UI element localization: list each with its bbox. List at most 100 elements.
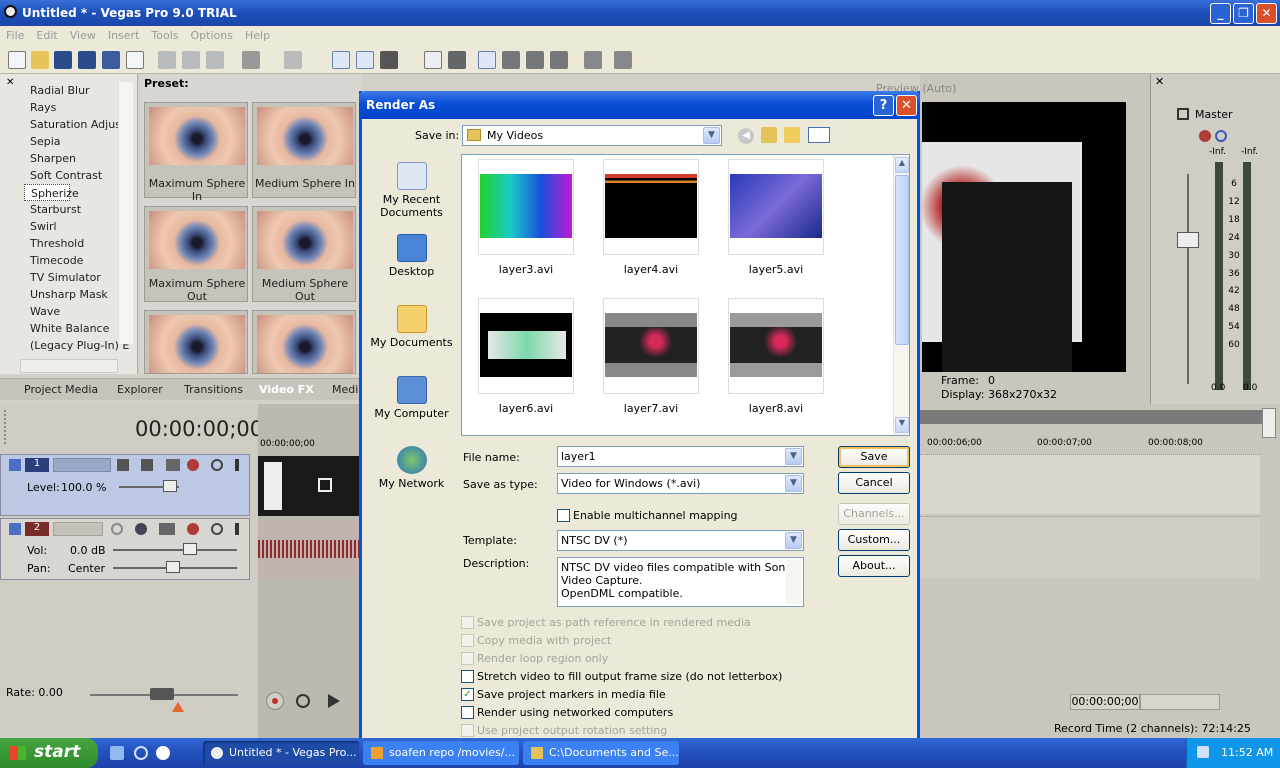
menu-options[interactable]: Options xyxy=(185,26,239,42)
properties-icon[interactable] xyxy=(126,51,144,69)
menu-edit[interactable]: Edit xyxy=(30,26,63,42)
task-vegas-pro[interactable]: Untitled * - Vegas Pro... xyxy=(203,741,359,765)
fx-item[interactable]: Radial Blur xyxy=(24,82,129,99)
preset-thumbnail[interactable]: Maximum Sphere In xyxy=(144,102,248,203)
internet-explorer-icon[interactable] xyxy=(134,746,148,760)
copy-media-checkbox[interactable] xyxy=(461,634,474,647)
back-icon[interactable]: ◀ xyxy=(738,128,754,144)
envelope-edit-tool-icon[interactable] xyxy=(502,51,520,69)
track-fx-icon[interactable] xyxy=(187,523,199,535)
tab-explorer[interactable]: Explorer xyxy=(117,383,163,396)
crop-icon[interactable] xyxy=(318,478,332,492)
networked-render-checkbox[interactable] xyxy=(461,706,474,719)
save-as-icon[interactable] xyxy=(78,51,96,69)
fx-item[interactable]: Soft Contrast xyxy=(24,167,129,184)
fx-item[interactable]: Rays xyxy=(24,99,129,116)
fx-item-selected[interactable]: Spherize xyxy=(24,184,79,201)
preset-thumbnail[interactable]: Medium Sphere In xyxy=(252,102,356,198)
copy-icon[interactable] xyxy=(182,51,200,69)
about-button[interactable]: About... xyxy=(838,555,910,577)
fx-item[interactable]: Timecode xyxy=(24,252,129,269)
restore-button[interactable]: ❐ xyxy=(1233,3,1254,24)
make-compositing-child-icon[interactable] xyxy=(141,459,153,471)
play-from-start-icon[interactable] xyxy=(328,694,340,708)
tab-project-media[interactable]: Project Media xyxy=(24,383,98,396)
task-explorer[interactable]: C:\Documents and Se... xyxy=(523,741,679,765)
menu-file[interactable]: File xyxy=(0,26,30,42)
file-name-input[interactable]: layer1 ▼ xyxy=(557,446,804,467)
view-menu-icon[interactable] xyxy=(808,127,830,143)
fx-item[interactable]: Wave xyxy=(24,303,129,320)
save-button[interactable]: Save xyxy=(838,446,910,468)
fx-item[interactable]: (Legacy Plug-In) E xyxy=(24,337,129,354)
video-track-header[interactable]: 1 Level: 100.0 % xyxy=(0,454,250,516)
pan-slider-thumb[interactable] xyxy=(166,561,180,573)
track-name-field[interactable] xyxy=(53,522,103,536)
ignore-grouping-icon[interactable] xyxy=(380,51,398,69)
invert-phase-icon[interactable] xyxy=(135,523,147,535)
motion-icon[interactable] xyxy=(166,459,180,471)
new-icon[interactable] xyxy=(8,51,26,69)
auto-ripple-icon[interactable] xyxy=(332,51,350,69)
scroll-thumb[interactable] xyxy=(895,175,909,345)
expand-track-icon[interactable] xyxy=(9,459,21,471)
redo-icon[interactable] xyxy=(284,51,302,69)
network-tray-icon[interactable] xyxy=(1197,746,1209,758)
menu-insert[interactable]: Insert xyxy=(102,26,146,42)
track-fx-icon[interactable] xyxy=(187,459,199,471)
video-event[interactable] xyxy=(258,456,362,516)
selection-edit-tool-icon[interactable] xyxy=(526,51,544,69)
master-fader-track[interactable] xyxy=(1187,174,1189,384)
mute-icon[interactable] xyxy=(211,523,223,535)
arm-record-icon[interactable] xyxy=(111,523,123,535)
fx-item[interactable]: Sharpen xyxy=(24,150,129,167)
fx-list-hscrollbar[interactable] xyxy=(20,359,118,373)
rotation-setting-checkbox[interactable] xyxy=(461,724,474,737)
fx-item[interactable]: Saturation Adjust xyxy=(24,116,129,133)
zoom-edit-tool-icon[interactable] xyxy=(550,51,568,69)
place-desktop[interactable]: Desktop xyxy=(369,234,454,278)
fx-item[interactable]: Sepia xyxy=(24,133,129,150)
place-my-computer[interactable]: My Computer xyxy=(369,376,454,420)
close-pane-icon[interactable]: ✕ xyxy=(6,78,16,88)
fx-item[interactable]: Threshold xyxy=(24,235,129,252)
render-loop-checkbox[interactable] xyxy=(461,652,474,665)
open-folder-icon[interactable] xyxy=(31,51,49,69)
cut-icon[interactable] xyxy=(158,51,176,69)
preset-thumbnail[interactable]: Medium Sphere Out xyxy=(252,206,356,303)
fx-item[interactable]: Swirl xyxy=(24,218,129,235)
template-dropdown[interactable]: NTSC DV (*) ▼ xyxy=(557,530,804,551)
audio-event[interactable] xyxy=(258,520,362,578)
fx-list-scrollbar[interactable] xyxy=(118,82,133,344)
enable-snapping-icon[interactable] xyxy=(584,51,602,69)
menu-view[interactable]: View xyxy=(64,26,102,42)
file-item[interactable]: layer3.avi xyxy=(478,159,574,279)
save-icon[interactable] xyxy=(54,51,72,69)
file-item[interactable]: layer4.avi xyxy=(603,159,699,279)
preset-thumbnail[interactable] xyxy=(144,310,248,374)
tab-transitions[interactable]: Transitions xyxy=(184,383,243,396)
fx-item[interactable]: Starburst xyxy=(24,201,129,218)
snapping-icon[interactable] xyxy=(424,51,442,69)
preset-thumbnail[interactable] xyxy=(252,310,356,374)
volume-slider-thumb[interactable] xyxy=(183,543,197,555)
normal-edit-tool-icon[interactable] xyxy=(478,51,496,69)
rate-slider-thumb[interactable] xyxy=(150,688,174,700)
task-browser[interactable]: soafen repo /movies/... xyxy=(363,741,519,765)
place-recent-documents[interactable]: My Recent Documents xyxy=(369,162,454,219)
mute-icon[interactable] xyxy=(211,459,223,471)
media-player-icon[interactable] xyxy=(156,746,170,760)
automation-settings-icon[interactable] xyxy=(159,523,175,535)
audio-track-header[interactable]: 2 Vol: 0.0 dB Pan: Center xyxy=(0,518,250,580)
dialog-close-button[interactable]: ✕ xyxy=(896,95,917,116)
minimize-button[interactable]: _ xyxy=(1210,3,1231,24)
close-button[interactable]: ✕ xyxy=(1256,3,1277,24)
lock-envelopes-icon[interactable] xyxy=(356,51,374,69)
description-scrollbar[interactable] xyxy=(786,560,801,604)
save-as-type-dropdown[interactable]: Video for Windows (*.avi) ▼ xyxy=(557,473,804,494)
chevron-down-icon[interactable]: ▼ xyxy=(785,448,802,465)
path-reference-checkbox[interactable] xyxy=(461,616,474,629)
menu-tools[interactable]: Tools xyxy=(145,26,184,42)
file-item[interactable]: layer6.avi xyxy=(478,298,574,418)
volume-slider[interactable] xyxy=(113,549,237,551)
